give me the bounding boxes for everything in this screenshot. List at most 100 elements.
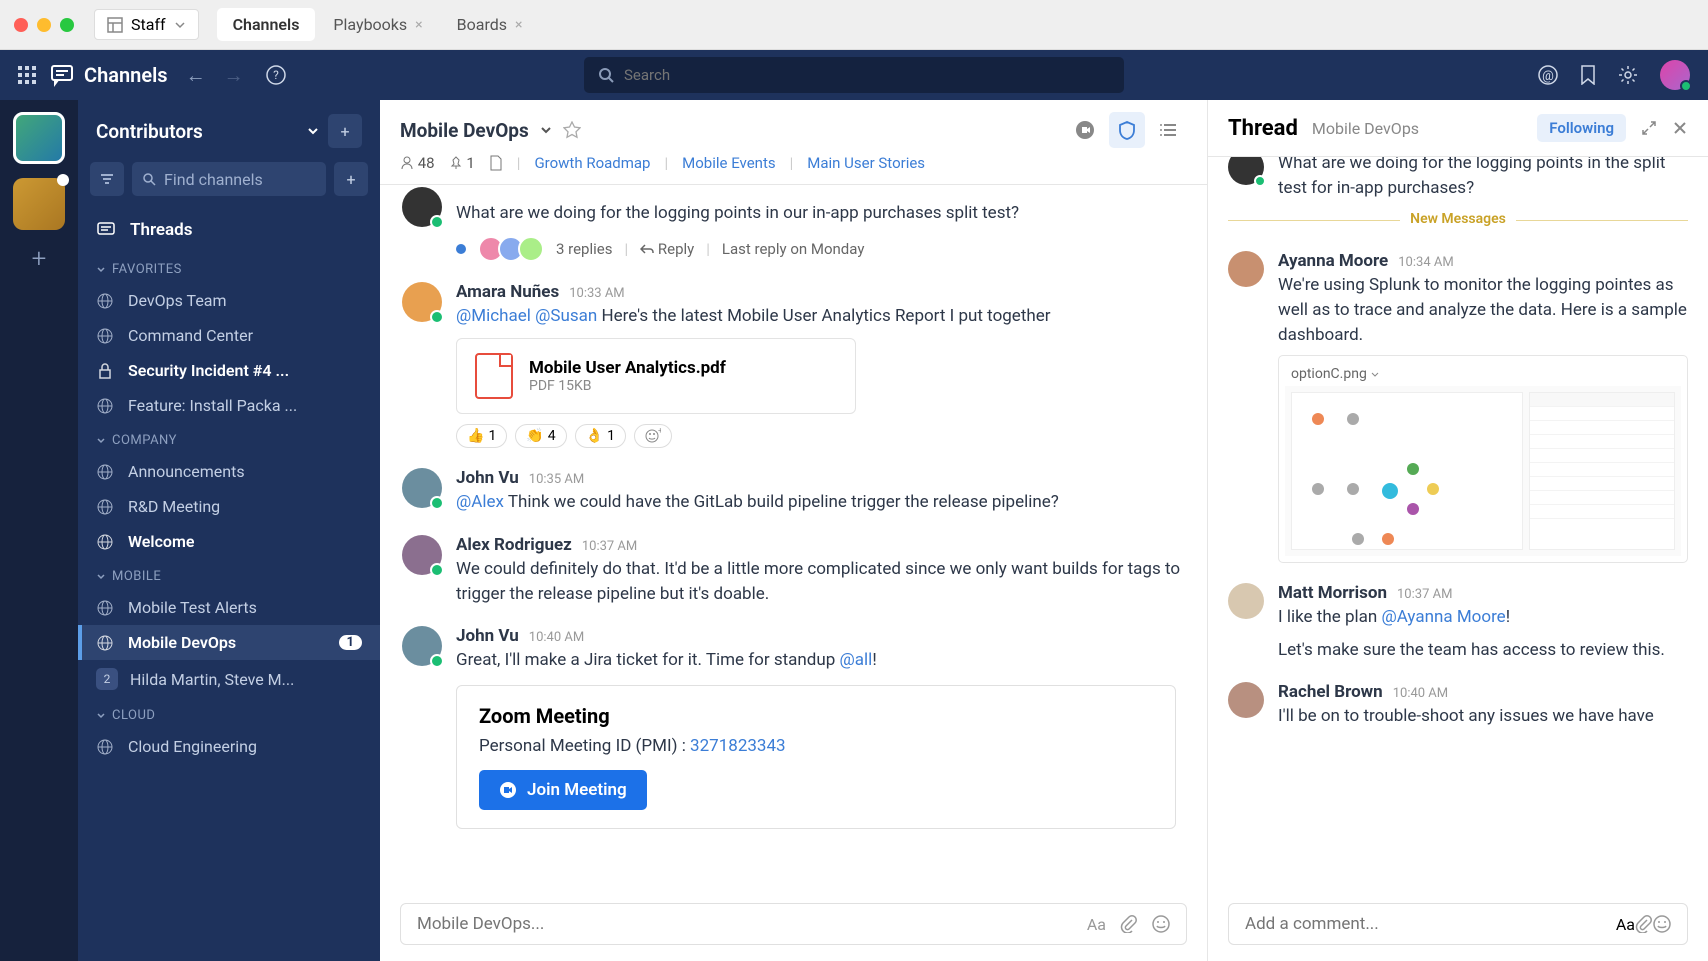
avatar[interactable]: [402, 468, 442, 508]
maximize-window-icon[interactable]: [60, 18, 74, 32]
mentions-icon[interactable]: @: [1538, 65, 1558, 85]
avatar[interactable]: [1228, 251, 1264, 287]
sidebar-item-cloud-engineering[interactable]: Cloud Engineering: [78, 729, 380, 764]
search-input[interactable]: [624, 66, 1110, 84]
nav-back[interactable]: ←: [186, 63, 206, 88]
section-mobile[interactable]: MOBILE: [78, 559, 380, 590]
sidebar-item-welcome[interactable]: Welcome: [78, 524, 380, 559]
avatar[interactable]: [402, 187, 442, 227]
reply-link[interactable]: Reply: [640, 240, 694, 258]
video-call-button[interactable]: [1067, 112, 1103, 148]
sidebar-item-security-incident[interactable]: Security Incident #4 ...: [78, 353, 380, 388]
sidebar-item-announcements[interactable]: Announcements: [78, 454, 380, 489]
link-growth-roadmap[interactable]: Growth Roadmap: [534, 154, 650, 172]
message-author: Matt Morrison: [1278, 583, 1387, 603]
find-channels-input[interactable]: Find channels: [132, 162, 326, 196]
section-cloud[interactable]: CLOUD: [78, 698, 380, 729]
threads-button[interactable]: Threads: [78, 208, 380, 252]
channel-header: Mobile DevOps 48 1 | Growth Roadmap | Mo…: [380, 100, 1207, 185]
thread-compose-input[interactable]: [1245, 914, 1616, 934]
tab-boards[interactable]: Boards×: [441, 8, 539, 41]
avatar[interactable]: [402, 282, 442, 322]
avatar[interactable]: [402, 626, 442, 666]
sidebar-item-rd-meeting[interactable]: R&D Meeting: [78, 489, 380, 524]
star-icon[interactable]: [563, 121, 581, 139]
attach-button[interactable]: [1635, 915, 1653, 933]
mention[interactable]: @Susan: [535, 306, 597, 326]
add-channel-button[interactable]: +: [334, 162, 368, 196]
brand: Channels: [50, 63, 168, 87]
compose-box[interactable]: Aa: [400, 903, 1187, 945]
workspace-selector[interactable]: Staff: [94, 9, 199, 40]
close-window-icon[interactable]: [14, 18, 28, 32]
bookmark-icon[interactable]: [1580, 65, 1596, 85]
compose-input[interactable]: [417, 914, 1073, 934]
smiley-plus-icon: +: [645, 428, 661, 444]
nav-forward[interactable]: →: [224, 63, 244, 88]
avatar[interactable]: [1228, 583, 1264, 619]
close-icon[interactable]: ×: [415, 17, 422, 33]
globe-icon: [96, 498, 114, 516]
tab-playbooks[interactable]: Playbooks×: [317, 8, 438, 41]
globe-icon: [96, 738, 114, 756]
sidebar-item-dm-hilda[interactable]: 2Hilda Martin, Steve M...: [78, 660, 380, 698]
last-reply: Last reply on Monday: [722, 240, 865, 258]
help-icon[interactable]: ?: [266, 65, 286, 85]
sidebar-item-feature-install[interactable]: Feature: Install Packa ...: [78, 388, 380, 423]
team-header[interactable]: Contributors +: [78, 100, 380, 162]
mention[interactable]: @Michael: [456, 306, 531, 326]
sidebar-item-mobile-devops[interactable]: Mobile DevOps1: [78, 625, 380, 660]
pinned-count[interactable]: 1: [449, 154, 475, 172]
avatar[interactable]: [1228, 682, 1264, 718]
shield-button[interactable]: [1109, 112, 1145, 148]
reaction[interactable]: 👏4: [515, 424, 566, 448]
tab-channels[interactable]: Channels: [217, 8, 316, 41]
mention[interactable]: @Ayanna Moore: [1381, 607, 1505, 627]
reaction[interactable]: 👌1: [575, 424, 626, 448]
member-count[interactable]: 48: [400, 154, 435, 172]
boards-toggle-button[interactable]: [1151, 112, 1187, 148]
following-button[interactable]: Following: [1537, 114, 1626, 142]
avatar[interactable]: [402, 535, 442, 575]
emoji-button[interactable]: [1653, 915, 1671, 933]
add-reaction-button[interactable]: +: [634, 424, 672, 448]
message: Alex Rodriguez10:37 AM We could definite…: [402, 535, 1185, 606]
formatting-button[interactable]: Aa: [1616, 915, 1635, 934]
thread-compose-box[interactable]: Aa: [1228, 903, 1688, 945]
content: + Contributors + Find channels + Threads…: [0, 100, 1708, 961]
add-server-button[interactable]: +: [32, 244, 47, 274]
reaction[interactable]: 👍1: [456, 424, 507, 448]
mention[interactable]: @Alex: [456, 492, 504, 512]
mention[interactable]: @all: [840, 650, 873, 670]
section-company[interactable]: COMPANY: [78, 423, 380, 454]
link-mobile-events[interactable]: Mobile Events: [682, 154, 775, 172]
emoji-button[interactable]: [1152, 915, 1170, 933]
apps-grid-icon[interactable]: [18, 66, 36, 84]
thread-replies[interactable]: 3 replies | Reply | Last reply on Monday: [456, 236, 1185, 262]
new-button[interactable]: +: [328, 114, 362, 148]
minimize-window-icon[interactable]: [37, 18, 51, 32]
expand-icon[interactable]: [1640, 119, 1658, 137]
section-favorites[interactable]: FAVORITES: [78, 252, 380, 283]
file-attachment[interactable]: Mobile User Analytics.pdfPDF 15KB: [456, 338, 856, 414]
user-avatar[interactable]: [1660, 60, 1690, 90]
server-button-1[interactable]: [13, 112, 65, 164]
file-icon[interactable]: [489, 155, 503, 171]
sidebar-item-devops-team[interactable]: DevOps Team: [78, 283, 380, 318]
sidebar-item-command-center[interactable]: Command Center: [78, 318, 380, 353]
close-icon[interactable]: ×: [515, 17, 522, 33]
filter-button[interactable]: [90, 162, 124, 196]
formatting-button[interactable]: Aa: [1087, 915, 1106, 934]
global-search[interactable]: [584, 57, 1124, 93]
sidebar-item-mobile-test-alerts[interactable]: Mobile Test Alerts: [78, 590, 380, 625]
chevron-down-icon[interactable]: [539, 123, 553, 137]
gear-icon[interactable]: [1618, 65, 1638, 85]
join-meeting-button[interactable]: Join Meeting: [479, 770, 647, 810]
link-main-user-stories[interactable]: Main User Stories: [807, 154, 925, 172]
server-button-2[interactable]: [13, 178, 65, 230]
close-icon[interactable]: [1672, 120, 1688, 136]
image-attachment[interactable]: optionC.png: [1278, 355, 1688, 563]
attach-button[interactable]: [1120, 915, 1138, 933]
channel-sidebar: Contributors + Find channels + Threads F…: [78, 100, 380, 961]
avatar[interactable]: [1228, 157, 1264, 185]
